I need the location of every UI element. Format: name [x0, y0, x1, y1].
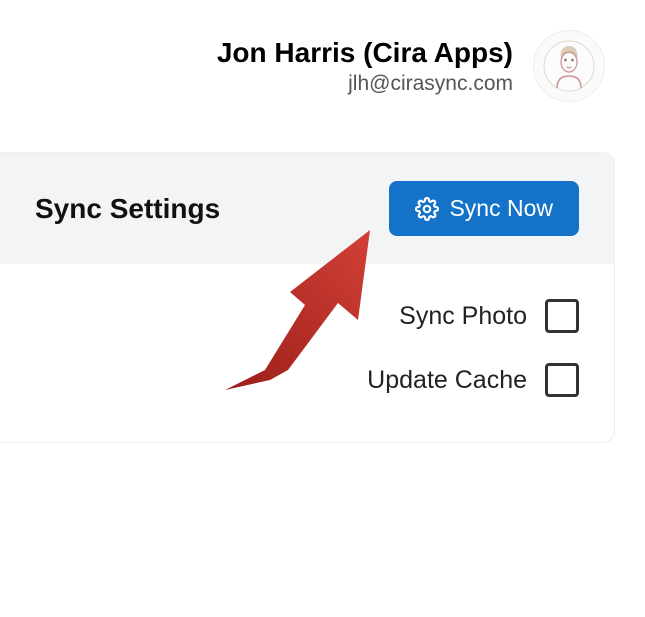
sync-now-button[interactable]: Sync Now [389, 181, 579, 236]
user-info: Jon Harris (Cira Apps) jlh@cirasync.com [217, 36, 513, 96]
option-update-cache: Update Cache [35, 363, 579, 397]
update-cache-checkbox[interactable] [545, 363, 579, 397]
sync-photo-checkbox[interactable] [545, 299, 579, 333]
option-sync-photo: Sync Photo [35, 299, 579, 333]
avatar[interactable] [533, 30, 605, 102]
avatar-icon [543, 40, 595, 92]
sync-settings-card: Sync Settings Sync Now Sync Photo Update… [0, 152, 615, 443]
update-cache-label: Update Cache [367, 366, 527, 395]
user-header: Jon Harris (Cira Apps) jlh@cirasync.com [0, 0, 645, 122]
user-name: Jon Harris (Cira Apps) [217, 36, 513, 70]
user-email: jlh@cirasync.com [217, 72, 513, 96]
card-header: Sync Settings Sync Now [0, 153, 614, 264]
sync-photo-label: Sync Photo [399, 302, 527, 331]
gear-icon [415, 197, 439, 221]
panel-title: Sync Settings [35, 193, 220, 225]
card-body: Sync Photo Update Cache [0, 264, 614, 442]
sync-now-label: Sync Now [449, 195, 553, 222]
